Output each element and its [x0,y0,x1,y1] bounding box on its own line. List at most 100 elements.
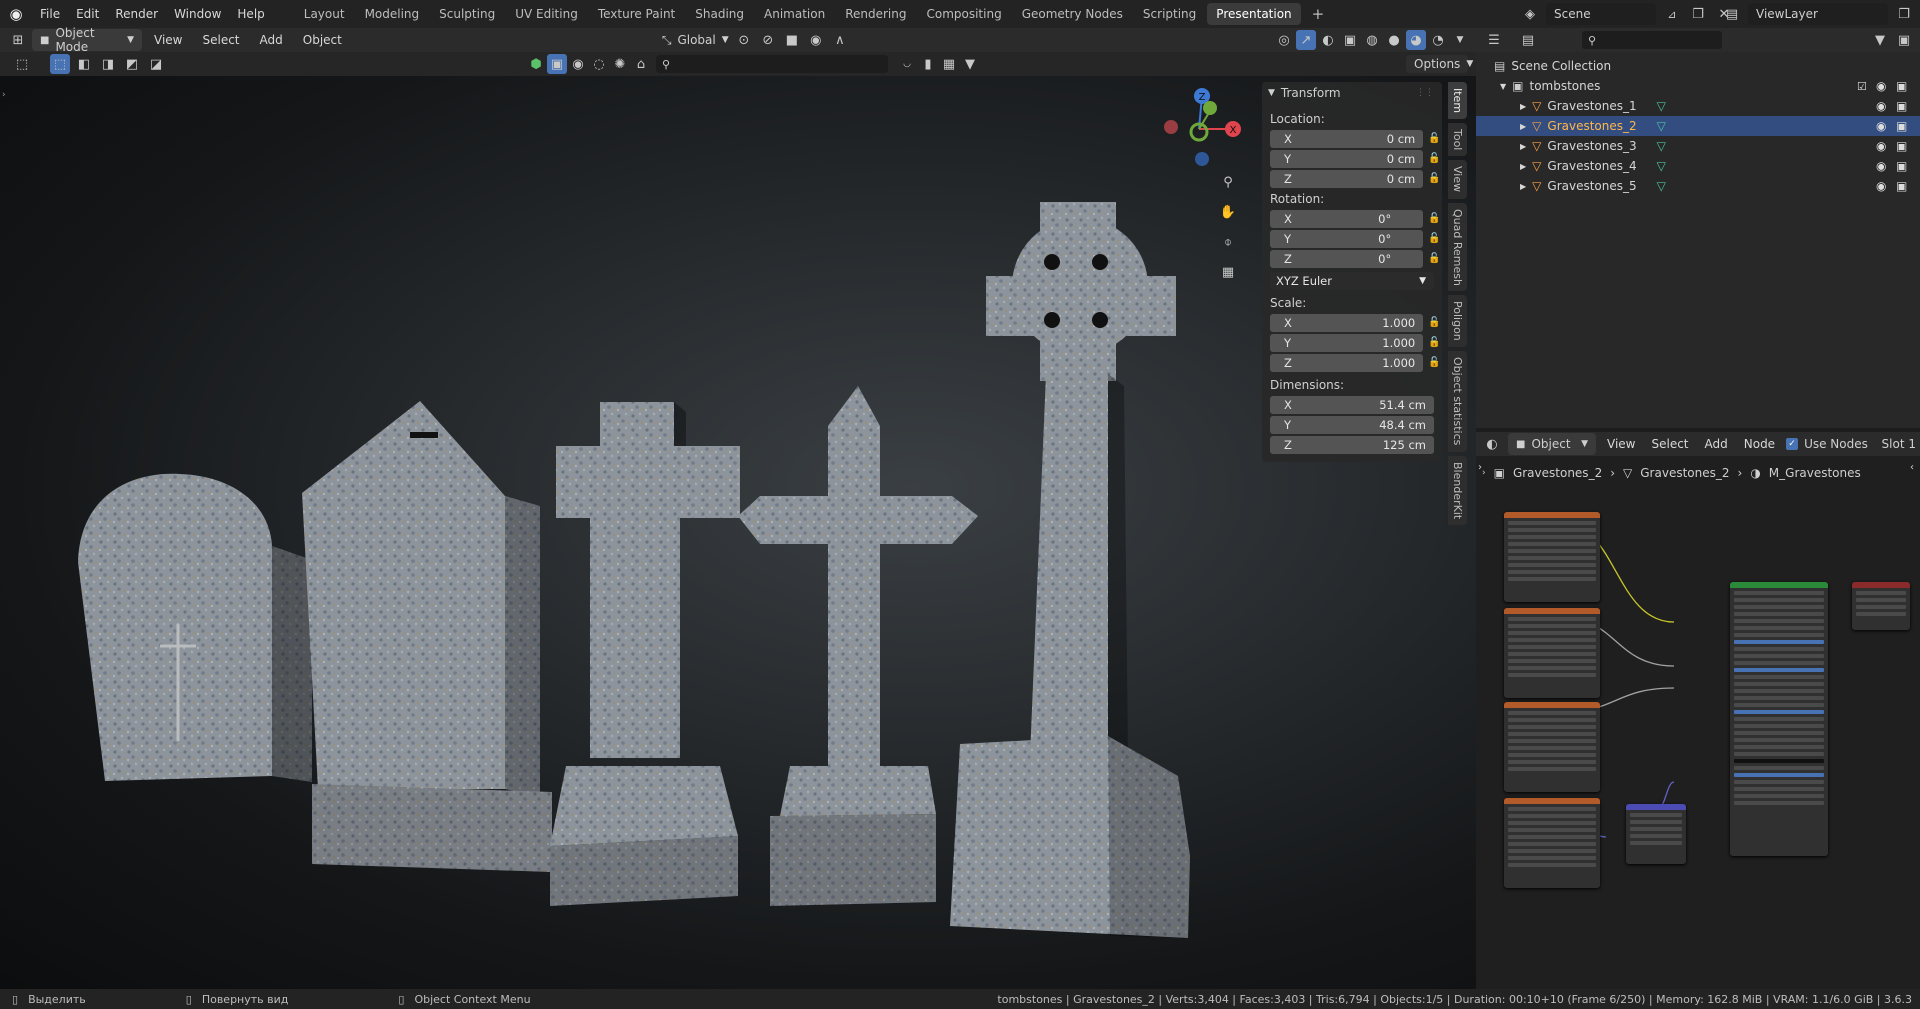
mesh-data-icon[interactable]: ▽ [1657,159,1666,173]
lock-icon[interactable]: 🔓 [1427,133,1442,144]
options-button[interactable]: Options ▼ [1406,55,1473,73]
eye-icon[interactable]: ◉ [1876,99,1886,113]
snap-target-icon[interactable]: ■ [782,30,802,50]
image-texture-node-basecolor[interactable] [1504,512,1600,602]
tab-uv-editing[interactable]: UV Editing [506,3,587,25]
outliner-item[interactable]: ▶ ▽ Gravestones_3 ▽ ◉ ▣ [1476,136,1920,156]
gizmo-toggle-icon[interactable]: ↗ [1296,30,1316,50]
select-intersect-icon[interactable]: ◪ [146,54,166,74]
dimensions-z-field[interactable]: Z 125 cm [1270,435,1434,454]
lock-icon[interactable]: 🔓 [1427,153,1442,164]
display-mode-icon[interactable]: ▦ [939,54,959,74]
viewport-menu-select[interactable]: Select [194,28,247,52]
tab-rendering[interactable]: Rendering [836,3,915,25]
3d-viewport[interactable]: Z X ⚲ ✋ ⌽ ▦ › [0,76,1476,989]
gizmo-neg-z-axis[interactable] [1195,152,1209,166]
expand-icon[interactable]: ▶ [1520,122,1526,131]
material-output-node[interactable] [1852,582,1910,630]
tab-presentation[interactable]: Presentation [1207,3,1301,25]
sidebar-tab-view[interactable]: View [1448,160,1467,199]
xray-icon[interactable]: ▣ [1340,30,1360,50]
new-collection-icon[interactable]: ▣ [1894,30,1914,50]
drag-handle-icon[interactable]: ⋮⋮ [1416,88,1434,98]
material-filter-icon[interactable]: ◉ [568,54,588,74]
mesh-data-icon[interactable]: ▽ [1657,179,1666,193]
scene-collection-row[interactable]: ▤ Scene Collection [1476,56,1920,76]
visibility-icon[interactable]: ◎ [1274,30,1294,50]
view-layer-icon[interactable]: ▤ [1722,4,1742,24]
lock-icon[interactable]: 🔓 [1427,317,1442,328]
dimensions-x-field[interactable]: X 51.4 cm [1270,395,1434,414]
scale-z-field[interactable]: Z 1.000 [1270,353,1424,372]
brush-filter-icon[interactable]: ⌂ [631,54,651,74]
eye-icon[interactable]: ◉ [1876,79,1886,93]
menu-help[interactable]: Help [229,0,272,28]
select-extend-icon[interactable]: ◧ [74,54,94,74]
colorful-sphere-icon[interactable]: ⬢ [526,54,546,74]
shader-node-editor[interactable]: ◐ ■ Object ▼ View Select Add Node ✓ Use No… [1476,432,1920,989]
normal-map-node[interactable] [1626,804,1686,864]
tab-compositing[interactable]: Compositing [917,3,1010,25]
scene-icon[interactable]: ◈ [1520,4,1540,24]
eye-icon[interactable]: ◉ [1876,139,1886,153]
select-subtract-icon[interactable]: ◨ [98,54,118,74]
pivot-icon[interactable]: ⊙ [734,30,754,50]
falloff-icon[interactable]: ∧ [830,30,850,50]
zoom-icon[interactable]: ⚲ [1218,172,1238,192]
orientation-dropdown[interactable]: ⤡ Global ▼ [654,29,730,51]
outliner-item[interactable]: ▶ ▽ Gravestones_1 ▽ ◉ ▣ [1476,96,1920,116]
expand-icon[interactable]: ▶ [1520,102,1526,111]
select-tool-icon[interactable]: ⬚ [12,54,32,74]
editor-type-icon[interactable]: ⊞ [8,30,28,50]
viewport-menu-add[interactable]: Add [252,28,291,52]
camera-icon[interactable]: ▣ [1896,119,1907,133]
camera-icon[interactable]: ▣ [1896,99,1907,113]
tab-geometry-nodes[interactable]: Geometry Nodes [1013,3,1132,25]
bookmark-icon[interactable]: ▮ [918,54,938,74]
scene-field[interactable]: Scene [1546,3,1656,25]
eye-icon[interactable]: ◉ [1876,159,1886,173]
shading-options-icon[interactable]: ▼ [1450,30,1470,50]
camera-icon[interactable]: ▣ [1896,179,1907,193]
lock-icon[interactable]: 🔓 [1427,173,1442,184]
gizmo-neg-x-axis[interactable] [1164,120,1178,134]
principled-bsdf-node[interactable] [1730,582,1828,856]
asset-dropdown-icon[interactable]: ◡ [897,54,917,74]
image-texture-node-normal[interactable] [1504,798,1600,888]
expand-icon[interactable]: ▼ [1500,82,1506,91]
image-texture-node-metallic[interactable] [1504,608,1600,698]
mesh-data-icon[interactable]: ▽ [1657,99,1666,113]
rotation-mode-dropdown[interactable]: XYZ Euler ▼ [1270,271,1434,290]
tab-sculpting[interactable]: Sculpting [430,3,504,25]
overlay-icon[interactable]: ◐ [1318,30,1338,50]
eye-icon[interactable]: ◉ [1876,179,1886,193]
display-mode-icon[interactable]: ▤ [1518,30,1538,50]
image-texture-node-roughness[interactable] [1504,702,1600,792]
rendered-shading-icon[interactable]: ◔ [1428,30,1448,50]
rotation-y-field[interactable]: Y 0° [1270,229,1424,248]
tab-modeling[interactable]: Modeling [356,3,429,25]
viewport-menu-object[interactable]: Object [295,28,350,52]
lock-icon[interactable]: 🔓 [1427,253,1442,264]
lock-icon[interactable]: 🔓 [1427,337,1442,348]
expand-sidebar-icon[interactable]: ‹ [1910,462,1914,473]
location-z-field[interactable]: Z 0 cm [1270,169,1424,188]
world-filter-icon[interactable]: ◌ [589,54,609,74]
scale-x-field[interactable]: X 1.000 [1270,313,1424,332]
wireframe-shading-icon[interactable]: ◍ [1362,30,1382,50]
pin-icon[interactable]: ⊿ [1662,4,1682,24]
light-filter-icon[interactable]: ✺ [610,54,630,74]
lock-icon[interactable]: 🔓 [1427,213,1442,224]
scale-y-field[interactable]: Y 1.000 [1270,333,1424,352]
filter-icon[interactable]: ▼ [1870,30,1890,50]
rotation-x-field[interactable]: X 0° [1270,209,1424,228]
outliner-editor-icon[interactable]: ☰ [1484,30,1504,50]
location-y-field[interactable]: Y 0 cm [1270,149,1424,168]
view-layer-field[interactable]: ViewLayer [1748,3,1888,25]
filter-icon[interactable]: ▼ [960,54,980,74]
checkbox-icon[interactable]: ☑ [1857,80,1867,93]
object-filter-icon[interactable]: ▣ [547,54,567,74]
location-x-field[interactable]: X 0 cm [1270,129,1424,148]
expand-icon[interactable]: ▶ [1520,142,1526,151]
collection-row[interactable]: ▼ ▣ tombstones ☑ ◉ ▣ [1476,76,1920,96]
